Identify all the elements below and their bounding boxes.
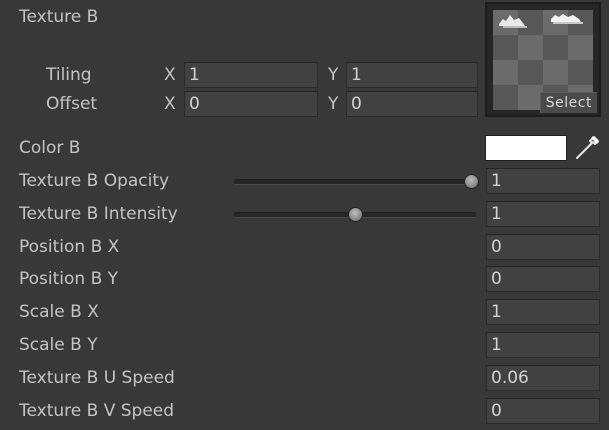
tiling-x-axis-label: X xyxy=(164,65,176,85)
texture-b-intensity-label: Texture B Intensity xyxy=(19,204,178,224)
texture-b-v-speed-field[interactable]: 0 xyxy=(486,398,600,424)
offset-x-field[interactable]: 0 xyxy=(184,91,318,117)
position-b-y-field[interactable]: 0 xyxy=(486,266,600,292)
scale-b-x-field[interactable]: 1 xyxy=(486,299,600,325)
offset-y-field[interactable]: 0 xyxy=(346,91,478,117)
position-b-y-label: Position B Y xyxy=(19,269,119,289)
texture-slot[interactable]: Select xyxy=(485,2,601,117)
texture-b-label: Texture B xyxy=(19,7,99,27)
texture-b-intensity-slider-thumb[interactable] xyxy=(348,207,363,222)
tiling-y-field[interactable]: 1 xyxy=(346,62,478,88)
texture-b-opacity-label: Texture B Opacity xyxy=(19,171,170,191)
offset-x-axis-label: X xyxy=(164,94,176,114)
scale-b-y-label: Scale B Y xyxy=(19,335,98,355)
tiling-x-field[interactable]: 1 xyxy=(184,62,318,88)
texture-b-v-speed-label: Texture B V Speed xyxy=(19,401,175,421)
position-b-x-field[interactable]: 0 xyxy=(486,234,600,260)
texture-b-u-speed-field[interactable]: 0.06 xyxy=(486,365,600,391)
color-b-swatch[interactable] xyxy=(485,135,567,161)
texture-b-u-speed-label: Texture B U Speed xyxy=(19,368,175,388)
texture-b-opacity-slider-thumb[interactable] xyxy=(464,174,479,189)
offset-label: Offset xyxy=(46,94,98,114)
offset-y-axis-label: Y xyxy=(328,94,339,114)
texture-b-opacity-slider-track[interactable] xyxy=(234,179,476,185)
scale-b-y-field[interactable]: 1 xyxy=(486,332,600,358)
texture-b-opacity-field[interactable]: 1 xyxy=(486,168,600,194)
position-b-x-label: Position B X xyxy=(19,237,120,257)
tiling-y-axis-label: Y xyxy=(328,65,339,85)
tiling-label: Tiling xyxy=(46,65,92,85)
color-b-label: Color B xyxy=(19,138,81,158)
eyedropper-icon[interactable] xyxy=(573,134,601,162)
select-texture-button[interactable]: Select xyxy=(539,92,597,113)
scale-b-x-label: Scale B X xyxy=(19,302,99,322)
texture-b-intensity-field[interactable]: 1 xyxy=(486,201,600,227)
